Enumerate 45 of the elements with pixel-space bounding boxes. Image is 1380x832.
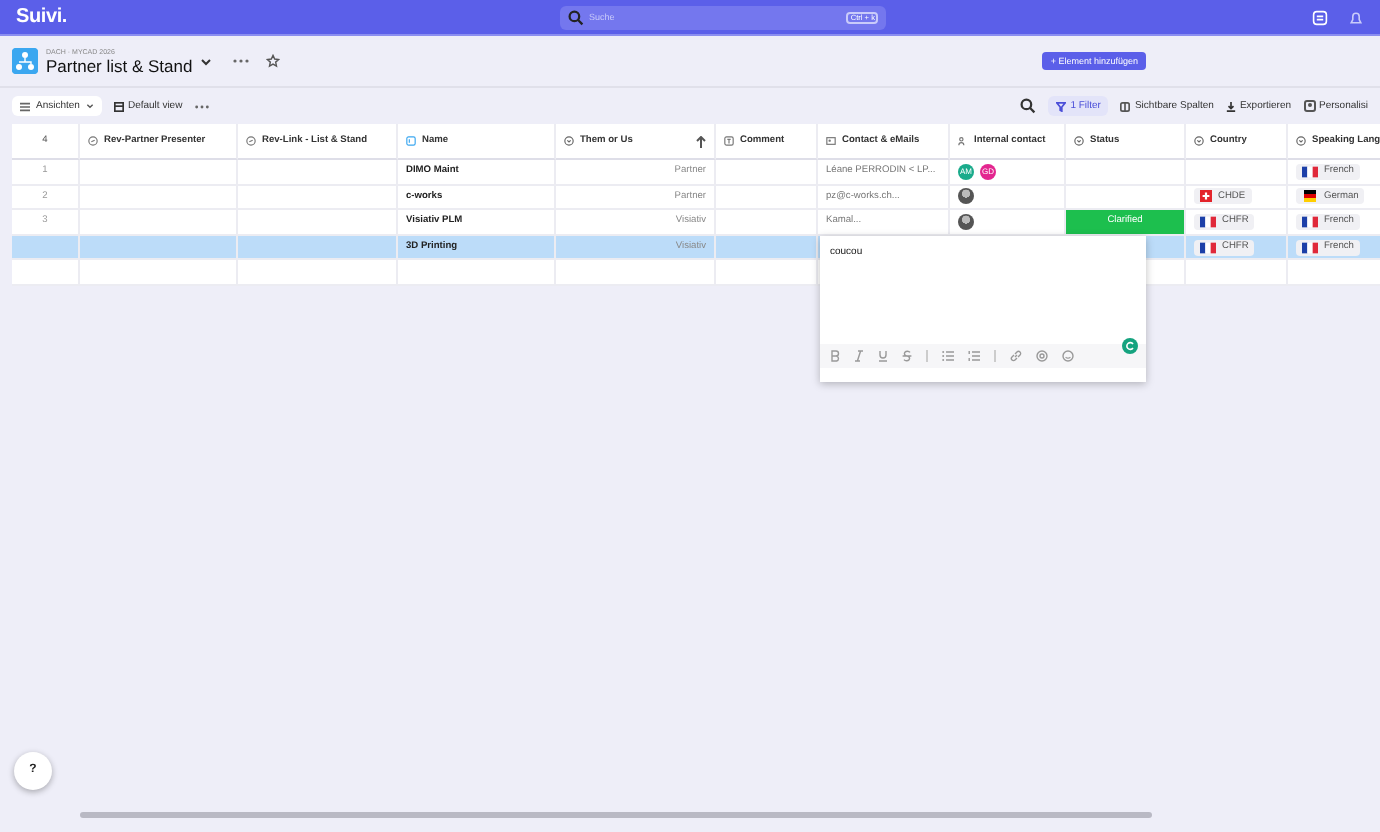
title-column-icon [406, 136, 416, 146]
french-flag-icon [1302, 165, 1318, 178]
list-icon[interactable] [1312, 9, 1328, 25]
download-icon [1225, 101, 1236, 111]
contact-card-icon [826, 136, 836, 146]
numbered-list-icon[interactable] [968, 350, 980, 362]
select-column-icon [1296, 136, 1306, 146]
diagram-logo-icon [12, 48, 38, 74]
star-icon[interactable] [266, 54, 281, 68]
app-logo[interactable]: Suivi. [16, 6, 67, 28]
page-title: Partner list & Stand [46, 55, 193, 75]
link-icon[interactable] [1010, 350, 1022, 362]
search-icon[interactable] [1020, 98, 1037, 114]
bold-icon[interactable] [830, 350, 840, 362]
more-icon[interactable] [194, 103, 211, 109]
german-flag-icon [1302, 190, 1318, 203]
text-column-icon [724, 136, 734, 146]
table-cell [12, 260, 80, 286]
chevron-down-icon [85, 102, 94, 110]
bullet-list-icon[interactable] [942, 350, 954, 362]
person-frame-icon [1303, 100, 1316, 112]
underline-icon[interactable] [878, 350, 888, 362]
sort-up-arrow-icon[interactable] [696, 135, 706, 147]
mention-icon[interactable] [1036, 350, 1048, 362]
chevron-down-icon[interactable] [200, 55, 213, 67]
swiss-flag-icon [1200, 190, 1212, 203]
columns-icon [1120, 101, 1131, 111]
bell-icon[interactable] [1348, 9, 1364, 25]
more-icon[interactable] [232, 58, 251, 64]
select-column-icon [1074, 136, 1084, 146]
select-column-icon [1194, 136, 1204, 146]
emoji-icon[interactable] [1062, 350, 1074, 362]
table-cell [716, 160, 818, 186]
link-column-icon [88, 136, 98, 146]
table-icon [113, 101, 124, 111]
filter-icon [1056, 101, 1067, 111]
italic-icon[interactable] [854, 350, 864, 362]
menu-icon [20, 101, 30, 111]
select-column-icon [564, 136, 574, 146]
strikethrough-icon[interactable] [902, 350, 912, 362]
people-icon [958, 136, 968, 146]
search-icon [568, 9, 585, 25]
table-cell [716, 235, 818, 261]
link-column-icon [246, 136, 256, 146]
table-cell [716, 260, 818, 286]
